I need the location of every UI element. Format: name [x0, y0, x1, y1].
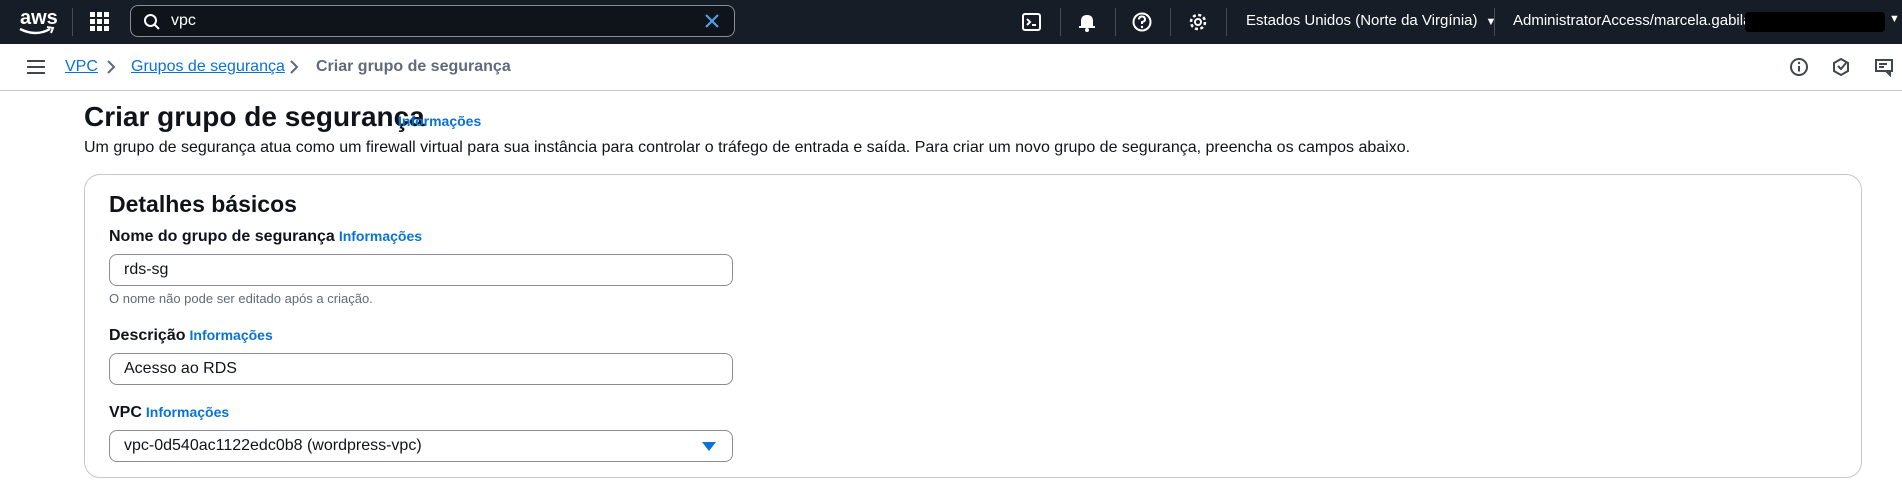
- name-hint: O nome não pode ser editado após a criaç…: [109, 291, 373, 306]
- notifications-icon[interactable]: [1831, 57, 1851, 77]
- help-icon[interactable]: [1131, 11, 1153, 33]
- top-navigation: aws vpc Estados Unidos (Norte da Virgíni…: [0, 0, 1902, 44]
- info-icon[interactable]: [1789, 57, 1809, 77]
- title-info-link[interactable]: Informações: [398, 113, 481, 129]
- search-input[interactable]: vpc: [130, 5, 735, 37]
- divider: [72, 8, 73, 36]
- container-title: Detalhes básicos: [109, 191, 297, 217]
- grid-icon[interactable]: [90, 12, 110, 32]
- vpc-value: vpc-0d540ac1122edc0b8 (wordpress-vpc): [124, 437, 422, 454]
- chevron-right-icon: [290, 60, 299, 74]
- description-label-text: Descrição: [109, 327, 186, 344]
- divider: [1115, 8, 1116, 36]
- account-menu[interactable]: AdministratorAccess/marcela.gabilan.: [1513, 12, 1764, 29]
- bell-icon[interactable]: [1076, 11, 1098, 33]
- breadcrumb-vpc[interactable]: VPC: [65, 58, 98, 76]
- vpc-info-link[interactable]: Informações: [146, 404, 229, 420]
- page-title: Criar grupo de segurança: [84, 101, 425, 132]
- feedback-icon[interactable]: [1874, 57, 1894, 77]
- description-value: Acesso ao RDS: [124, 360, 237, 377]
- redacted-account-block: [1745, 12, 1885, 32]
- divider: [1170, 8, 1171, 36]
- name-value: rds-sg: [124, 261, 169, 278]
- region-label: Estados Unidos (Norte da Virgínia): [1246, 12, 1478, 29]
- clear-icon[interactable]: [704, 13, 720, 29]
- breadcrumb-current: Criar grupo de segurança: [316, 58, 511, 75]
- description-info-link[interactable]: Informações: [190, 327, 273, 343]
- search-value: vpc: [171, 12, 196, 29]
- name-field-label: Nome do grupo de segurança Informações: [109, 228, 422, 246]
- cloudshell-icon[interactable]: [1021, 11, 1043, 33]
- vpc-select[interactable]: vpc-0d540ac1122edc0b8 (wordpress-vpc): [109, 430, 733, 462]
- description-field-label: Descrição Informações: [109, 327, 273, 345]
- chevron-right-icon: [107, 60, 116, 74]
- basic-details-container: Detalhes básicos Nome do grupo de segura…: [84, 174, 1862, 478]
- name-label-text: Nome do grupo de segurança: [109, 228, 335, 245]
- name-info-link[interactable]: Informações: [339, 228, 422, 244]
- vpc-field-label: VPC Informações: [109, 404, 229, 422]
- region-selector[interactable]: Estados Unidos (Norte da Virgínia) ▼: [1246, 12, 1496, 29]
- search-icon: [144, 14, 160, 30]
- security-group-name-input[interactable]: rds-sg: [109, 254, 733, 286]
- breadcrumb-security-groups[interactable]: Grupos de segurança: [131, 58, 285, 76]
- caret-down-icon: [702, 442, 716, 451]
- divider: [1060, 8, 1061, 36]
- account-label: AdministratorAccess/marcela.gabilan.: [1513, 12, 1764, 29]
- vpc-label-text: VPC: [109, 404, 142, 421]
- breadcrumb-bar: VPC Grupos de segurança Criar grupo de s…: [0, 44, 1902, 91]
- divider: [1494, 8, 1495, 36]
- hamburger-icon[interactable]: [27, 60, 45, 74]
- aws-smile-icon: [19, 26, 55, 35]
- page-description: Um grupo de segurança atua como um firew…: [84, 139, 1411, 156]
- description-input[interactable]: Acesso ao RDS: [109, 353, 733, 385]
- aws-logo[interactable]: aws: [18, 6, 58, 38]
- divider: [1226, 8, 1227, 36]
- gear-icon[interactable]: [1187, 11, 1209, 33]
- caret-down-icon[interactable]: ▼: [1889, 13, 1900, 25]
